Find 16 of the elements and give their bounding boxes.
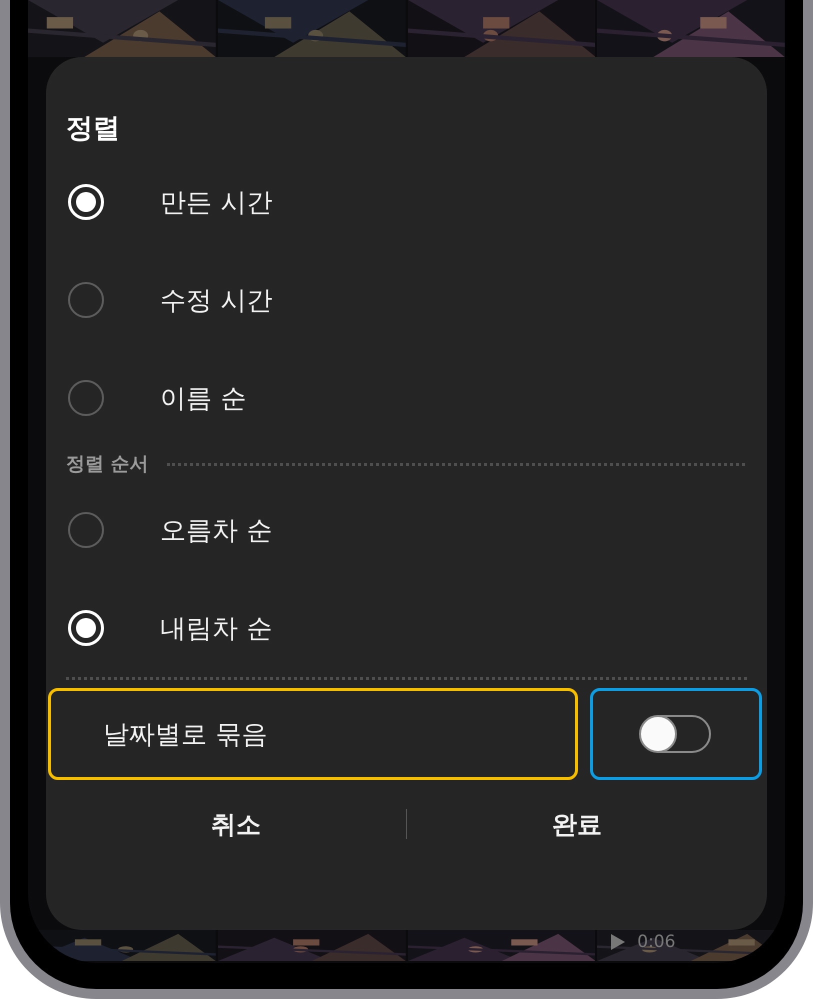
cancel-button[interactable]: 취소	[66, 794, 406, 854]
radio-button[interactable]	[68, 282, 104, 318]
radio-button[interactable]	[68, 380, 104, 416]
option-label: 수정 시간	[160, 284, 272, 318]
video-duration: 0:06	[637, 932, 676, 952]
option-label: 만든 시간	[160, 186, 272, 220]
option-label: 내림차 순	[160, 612, 272, 646]
radio-button[interactable]	[68, 512, 104, 548]
option-label: 오름차 순	[160, 514, 272, 548]
section-header: 정렬 순서	[66, 452, 149, 477]
dialog-title: 정렬	[66, 112, 121, 146]
done-button[interactable]: 완료	[407, 794, 747, 854]
play-icon	[611, 934, 626, 950]
toggle-switch[interactable]	[641, 715, 711, 753]
option-label: 이름 순	[160, 382, 246, 416]
toggle-label: 날짜별로 묶음	[103, 718, 268, 752]
